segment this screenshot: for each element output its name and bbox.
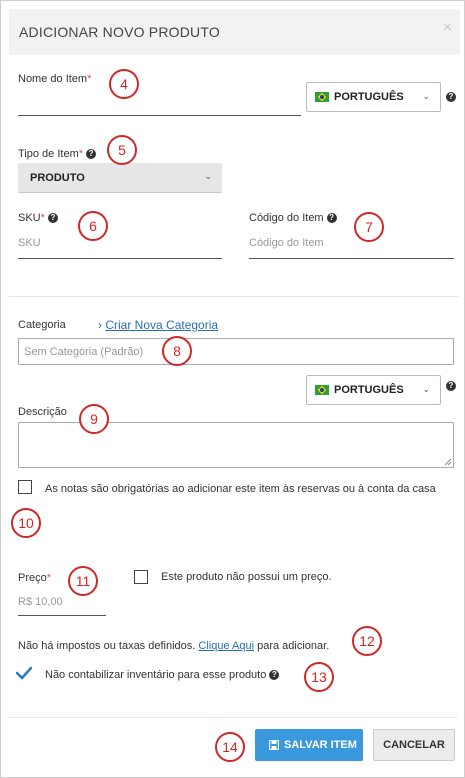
save-item-button-label: SALVAR ITEM (284, 739, 357, 751)
callout-badge: 5 (107, 135, 137, 165)
brazil-flag-icon (315, 385, 329, 395)
item-code-label: Código do Item? (249, 212, 337, 224)
callout-badge: 6 (78, 211, 108, 241)
brazil-flag-icon (315, 92, 329, 102)
language-select[interactable]: PORTUGUÊS ⌄ (306, 375, 441, 405)
item-type-select[interactable]: PRODUTO ⌄ (18, 163, 222, 193)
item-code-label-text: Código do Item (249, 212, 324, 224)
taxes-text: Não há impostos ou taxas definidos. (18, 640, 196, 652)
item-name-label: Nome do Item* (18, 73, 91, 85)
help-icon[interactable]: ? (47, 213, 58, 223)
create-category-link[interactable]: › Criar Nova Categoria (98, 318, 218, 332)
resize-handle-icon[interactable] (444, 458, 452, 466)
close-icon[interactable]: × (443, 19, 452, 37)
callout-badge: 13 (304, 662, 334, 692)
callout-badge: 12 (352, 626, 382, 656)
callout-badge: 14 (215, 732, 245, 762)
help-icon[interactable]: ? (446, 92, 456, 102)
chevron-down-icon: ⌄ (204, 171, 212, 181)
cancel-button[interactable]: CANCELAR (373, 729, 455, 761)
callout-badge: 8 (162, 336, 192, 366)
price-input[interactable] (18, 615, 106, 616)
modal-title: ADICIONAR NOVO PRODUTO (19, 24, 220, 40)
required-mark: * (87, 73, 92, 85)
sku-label: SKU*? (18, 212, 58, 224)
category-label: Categoria (18, 319, 66, 331)
item-type-label: Tipo de Item*? (18, 148, 97, 160)
checkmark-icon[interactable] (16, 666, 32, 680)
no-price-checkbox[interactable] (134, 570, 148, 584)
callout-badge: 4 (109, 69, 139, 99)
language-select[interactable]: PORTUGUÊS ⌄ (306, 82, 441, 112)
callout-badge: 7 (354, 212, 384, 242)
language-select-value: PORTUGUÊS (334, 91, 404, 103)
price-input-placeholder[interactable]: R$ 10,00 (18, 596, 63, 608)
callout-badge: 9 (79, 404, 109, 434)
help-icon[interactable]: ? (446, 381, 456, 391)
language-select-value: PORTUGUÊS (334, 384, 404, 396)
taxes-text-after: para adicionar. (257, 640, 330, 652)
notes-required-label: As notas são obrigatórias ao adicionar e… (45, 483, 436, 495)
cancel-button-label: CANCELAR (383, 739, 445, 751)
floppy-disk-icon (269, 740, 279, 750)
help-icon[interactable]: ? (269, 670, 280, 680)
help-icon[interactable]: ? (326, 213, 337, 223)
section-divider (9, 296, 458, 297)
modal-header: ADICIONAR NOVO PRODUTO × (9, 9, 460, 55)
item-code-input[interactable] (249, 258, 454, 259)
required-mark: * (40, 212, 45, 224)
chevron-right-icon: › (98, 318, 102, 332)
chevron-down-icon: ⌄ (422, 384, 430, 394)
callout-badge: 10 (11, 508, 41, 538)
category-input[interactable]: Sem Categoria (Padrão) (18, 338, 454, 365)
no-price-label: Este produto não possui um preço. (161, 571, 332, 583)
category-input-placeholder: Sem Categoria (Padrão) (24, 346, 144, 358)
sku-input-placeholder[interactable]: SKU (18, 237, 41, 249)
create-category-link-text[interactable]: Criar Nova Categoria (105, 318, 218, 332)
item-name-label-text: Nome do Item (18, 73, 88, 85)
help-icon[interactable]: ? (86, 149, 97, 159)
price-label: Preço* (18, 572, 51, 584)
save-item-button[interactable]: SALVAR ITEM (255, 729, 363, 761)
price-label-text: Preço (18, 572, 47, 584)
description-label: Descrição (18, 406, 67, 418)
item-type-label-text: Tipo de Item (18, 148, 79, 160)
add-product-modal: ADICIONAR NOVO PRODUTO × Nome do Item* P… (0, 0, 465, 778)
notes-required-checkbox[interactable] (18, 480, 32, 494)
inventory-label: Não contabilizar inventário para esse pr… (45, 669, 280, 681)
add-taxes-link[interactable]: Clique Aqui (198, 640, 254, 652)
sku-label-text: SKU (18, 212, 41, 224)
item-code-input-placeholder[interactable]: Código do Item (249, 237, 324, 249)
inventory-label-text: Não contabilizar inventário para esse pr… (45, 669, 267, 681)
item-type-select-value: PRODUTO (30, 172, 85, 184)
required-mark: * (46, 572, 52, 584)
taxes-notice: Não há impostos ou taxas definidos. Cliq… (18, 640, 329, 652)
sku-input[interactable] (18, 258, 222, 259)
callout-badge: 11 (68, 566, 98, 596)
footer-divider (9, 717, 458, 718)
chevron-down-icon: ⌄ (422, 91, 430, 101)
required-mark: * (78, 148, 84, 160)
item-name-input[interactable] (18, 115, 301, 116)
